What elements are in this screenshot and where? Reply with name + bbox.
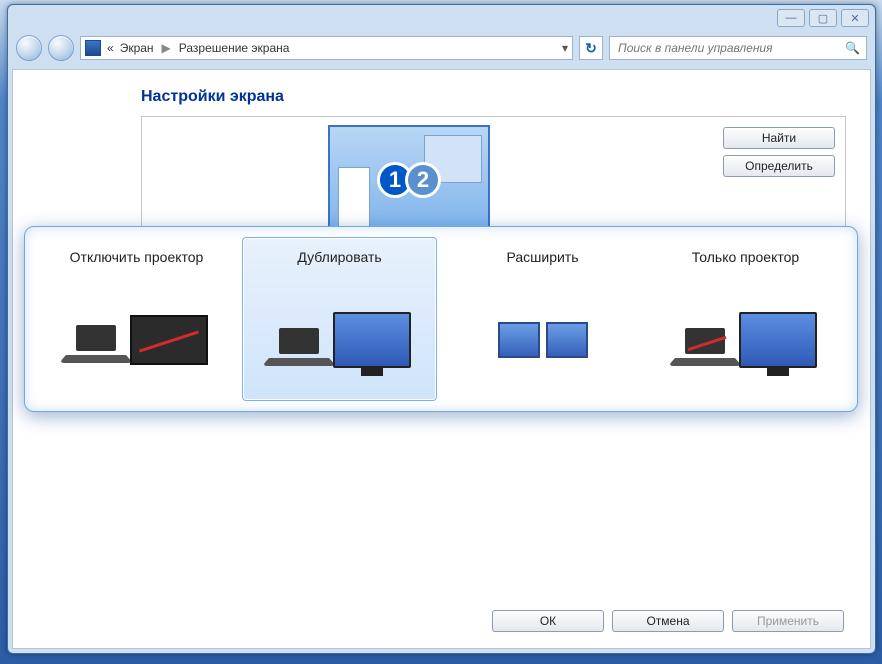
duplicate-icon bbox=[269, 286, 411, 394]
minimize-button[interactable]: — bbox=[777, 9, 805, 27]
projector-option-projector-only-label: Только проектор bbox=[692, 248, 799, 286]
page-title: Настройки экрана bbox=[141, 88, 850, 106]
cancel-button[interactable]: Отмена bbox=[612, 610, 724, 632]
projector-mode-overlay: Отключить проектор Дублировать Расширить… bbox=[24, 226, 858, 412]
monitor-numbers: 1 2 bbox=[381, 162, 437, 198]
address-dropdown-icon[interactable]: ▾ bbox=[562, 41, 568, 55]
projector-option-extend-label: Расширить bbox=[506, 248, 578, 286]
ok-button[interactable]: ОК bbox=[492, 610, 604, 632]
display-preview[interactable]: 1 2 bbox=[328, 125, 490, 235]
projector-option-disconnect-label: Отключить проектор bbox=[70, 248, 204, 286]
breadcrumb-root[interactable]: Экран bbox=[120, 41, 154, 55]
display-icon bbox=[85, 40, 101, 56]
disconnect-projector-icon bbox=[66, 286, 208, 394]
apply-button: Применить bbox=[732, 610, 844, 632]
projector-option-extend[interactable]: Расширить bbox=[445, 237, 640, 401]
projector-option-projector-only[interactable]: Только проектор bbox=[648, 237, 843, 401]
navbar: « Экран ▶ Разрешение экрана ▾ ↻ 🔍 bbox=[8, 31, 875, 65]
breadcrumb-current[interactable]: Разрешение экрана bbox=[179, 41, 290, 55]
dialog-buttons: ОК Отмена Применить bbox=[33, 600, 850, 636]
close-button[interactable]: ✕ bbox=[841, 9, 869, 27]
detect-button[interactable]: Найти bbox=[723, 127, 835, 149]
projector-option-duplicate[interactable]: Дублировать bbox=[242, 237, 437, 401]
forward-button[interactable] bbox=[48, 35, 74, 61]
projector-only-icon bbox=[675, 286, 817, 394]
search-icon[interactable]: 🔍 bbox=[845, 41, 860, 55]
projector-option-disconnect[interactable]: Отключить проектор bbox=[39, 237, 234, 401]
back-button[interactable] bbox=[16, 35, 42, 61]
refresh-button[interactable]: ↻ bbox=[579, 36, 603, 60]
extend-icon bbox=[498, 286, 588, 394]
monitor-2-badge[interactable]: 2 bbox=[405, 162, 441, 198]
projector-option-duplicate-label: Дублировать bbox=[297, 248, 381, 286]
preview-side-buttons: Найти Определить bbox=[723, 127, 835, 177]
identify-button[interactable]: Определить bbox=[723, 155, 835, 177]
breadcrumb-back: « bbox=[107, 41, 114, 55]
titlebar: — ▢ ✕ bbox=[8, 5, 875, 31]
breadcrumb-sep: ▶ bbox=[160, 41, 173, 55]
search-input[interactable] bbox=[616, 40, 845, 56]
search-box[interactable]: 🔍 bbox=[609, 36, 867, 60]
address-bar[interactable]: « Экран ▶ Разрешение экрана ▾ bbox=[80, 36, 573, 60]
maximize-button[interactable]: ▢ bbox=[809, 9, 837, 27]
